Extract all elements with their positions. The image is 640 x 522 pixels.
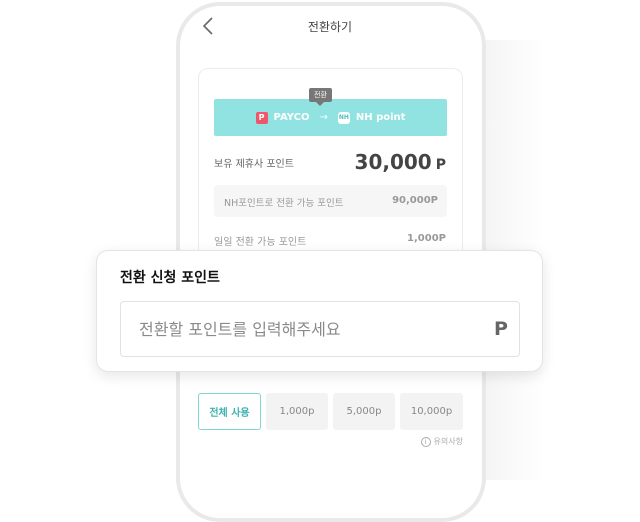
page-title: 전환하기 xyxy=(307,20,353,34)
balance-unit: P xyxy=(435,157,446,173)
balance-amount: 30,000 xyxy=(354,150,432,174)
from-label: PAYCO xyxy=(273,112,310,123)
amount-5000-button[interactable]: 5,000p xyxy=(333,393,395,430)
nh-logo-icon: NH xyxy=(337,111,350,124)
points-unit: P xyxy=(494,318,508,340)
convertible-label: NH포인트로 전환 가능 포인트 xyxy=(224,198,344,209)
payco-logo-icon: P xyxy=(255,111,268,124)
chevron-left-icon xyxy=(202,17,213,35)
points-input[interactable] xyxy=(120,301,520,357)
popup-title: 전환 신청 포인트 xyxy=(120,270,220,286)
daily-limit-label: 일일 전환 가능 포인트 xyxy=(214,237,307,248)
to-label: NH point xyxy=(355,112,406,123)
notice-label: 유의사항 xyxy=(433,437,463,446)
balance-value: 30,000 P xyxy=(355,150,446,174)
amount-1000-button[interactable]: 1,000p xyxy=(266,393,328,430)
back-button[interactable] xyxy=(198,14,218,38)
use-all-button[interactable]: 전체 사용 xyxy=(198,393,261,430)
amount-10000-button[interactable]: 10,000p xyxy=(400,393,463,430)
info-icon: i xyxy=(420,436,431,447)
convertible-value: 90,000P xyxy=(392,195,438,206)
balance-label: 보유 제휴사 포인트 xyxy=(214,159,294,170)
conversion-tag: 전환 xyxy=(309,88,332,106)
arrow-right-icon: → xyxy=(319,112,328,123)
notice-link[interactable]: i 유의사항 xyxy=(420,436,463,447)
daily-limit-value: 1,000P xyxy=(407,233,446,244)
conversion-banner: P PAYCO → NH NH point xyxy=(214,99,447,136)
